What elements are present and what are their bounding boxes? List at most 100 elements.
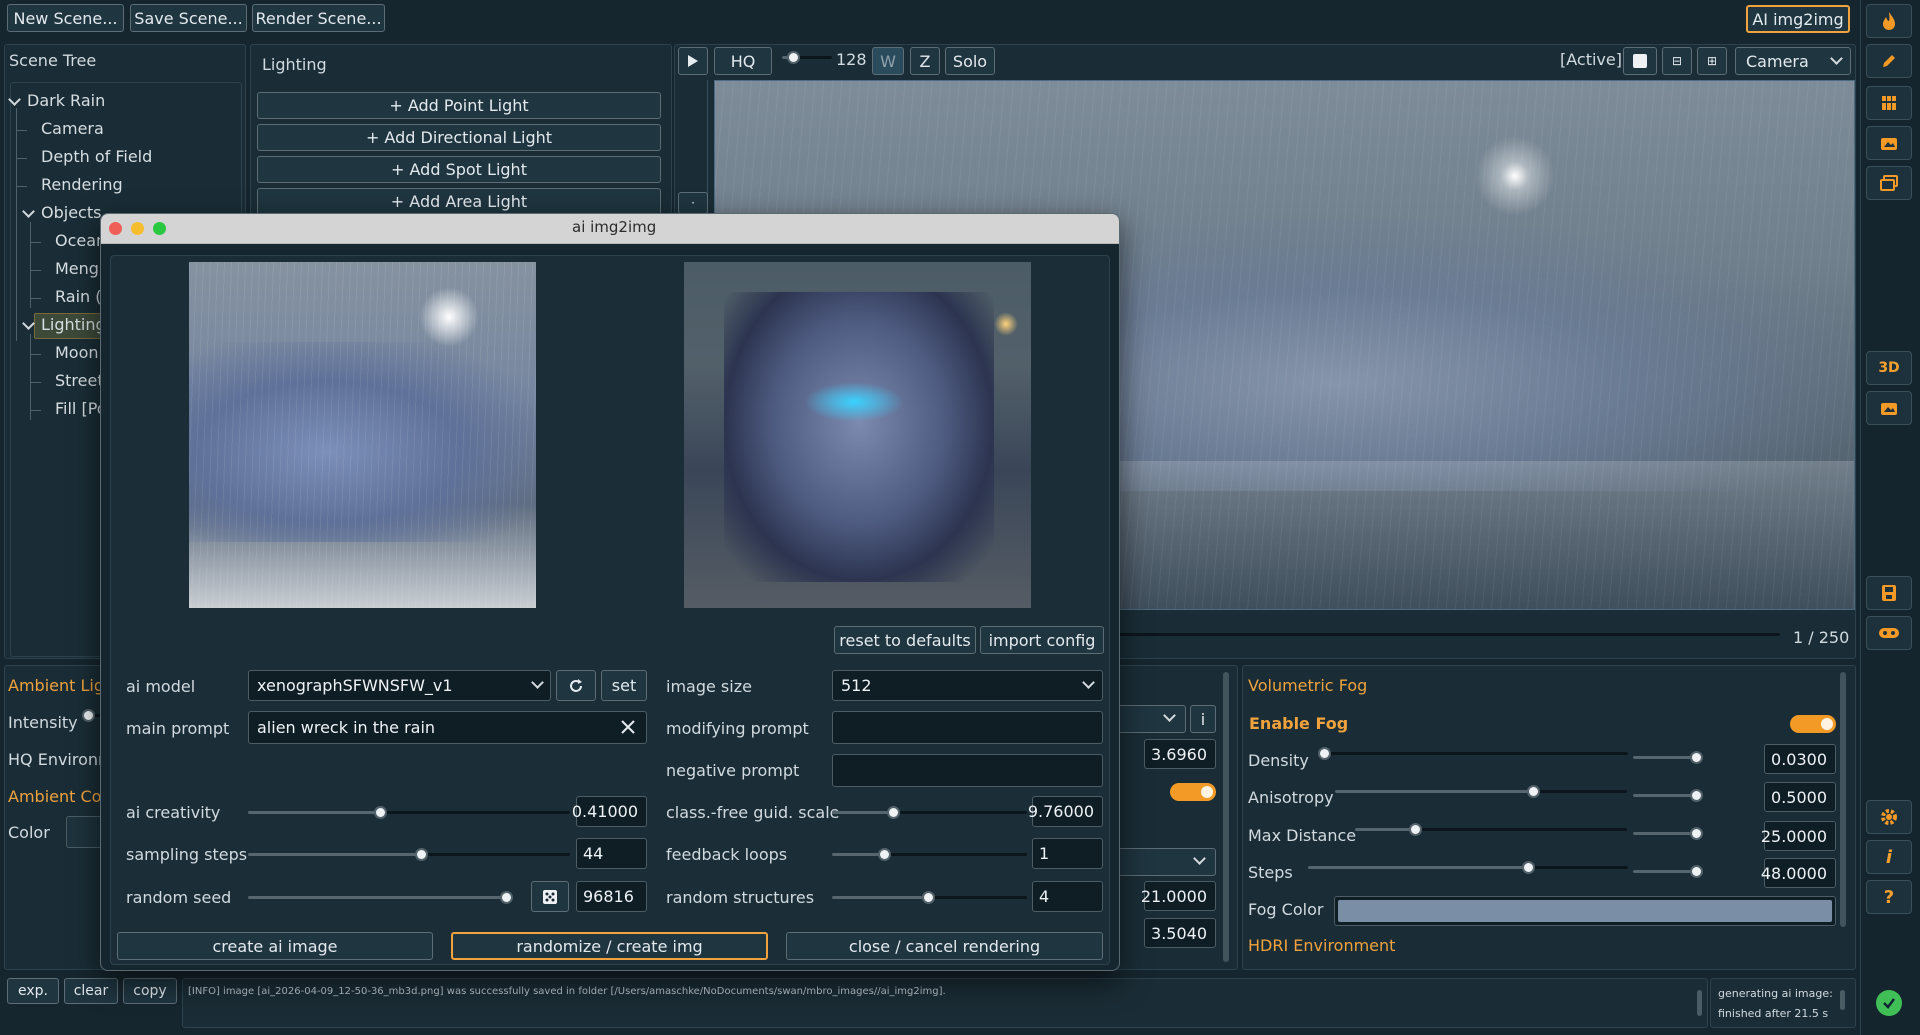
max-distance-slider[interactable] (1355, 823, 1627, 836)
tree-item-dark-rain[interactable]: Dark Rain (27, 91, 105, 110)
samples-slider[interactable] (782, 51, 832, 64)
gear-icon[interactable] (1866, 800, 1912, 834)
import-config-button[interactable]: import config (980, 626, 1104, 654)
add-spot-light-button[interactable]: + Add Spot Light (257, 156, 661, 183)
anisotropy-slider[interactable] (1335, 785, 1627, 798)
viewport-handle-button[interactable]: · (678, 192, 708, 214)
close-window-button[interactable] (109, 222, 122, 235)
z-button[interactable]: Z (910, 47, 940, 75)
middle-scrollbar[interactable] (1223, 672, 1229, 962)
fog-scrollbar[interactable] (1840, 672, 1846, 927)
main-prompt-input[interactable]: alien wreck in the rain (248, 711, 647, 744)
create-ai-image-button[interactable]: create ai image (117, 932, 433, 960)
tree-item-camera[interactable]: Camera (41, 119, 104, 138)
active-label: [Active] (1560, 50, 1622, 69)
reset-defaults-button[interactable]: reset to defaults (834, 626, 976, 654)
gamepad-icon[interactable] (1866, 616, 1912, 650)
randomize-seed-button[interactable] (531, 881, 569, 912)
max-distance-input[interactable]: 25.0000 (1761, 821, 1836, 851)
ai-img2img-button[interactable]: AI img2img (1746, 5, 1850, 33)
ai-creativity-slider[interactable] (248, 806, 570, 819)
clear-prompt-icon[interactable] (620, 719, 636, 735)
steps-range-slider[interactable] (1633, 865, 1703, 878)
tree-item-ocean[interactable]: Ocean (55, 231, 106, 250)
enable-fog-toggle[interactable] (1790, 715, 1836, 733)
solo-button[interactable]: Solo (945, 47, 995, 75)
info-icon[interactable]: i (1866, 840, 1912, 874)
image-folder-icon[interactable] (1866, 391, 1912, 425)
grid-icon[interactable] (1866, 86, 1912, 120)
randomize-create-button[interactable]: randomize / create img (451, 932, 768, 960)
anisotropy-range-slider[interactable] (1633, 789, 1703, 802)
modifying-prompt-label: modifying prompt (666, 719, 809, 738)
modifying-prompt-input[interactable] (832, 711, 1103, 744)
anisotropy-input[interactable]: 0.5000 (1764, 782, 1836, 812)
random-seed-slider[interactable] (248, 891, 513, 904)
feedback-loops-slider[interactable] (832, 848, 1027, 861)
add-area-light-button[interactable]: + Add Area Light (257, 188, 661, 215)
density-input[interactable]: 0.0300 (1764, 744, 1836, 774)
middle-value-3[interactable]: 3.5040 (1144, 918, 1216, 948)
3d-icon[interactable]: 3D (1866, 351, 1912, 385)
middle-toggle[interactable] (1170, 783, 1216, 801)
tree-item-objects[interactable]: Objects (41, 203, 101, 222)
cfg-scale-slider[interactable] (832, 806, 1027, 819)
refresh-model-button[interactable] (556, 670, 596, 701)
log-scrollbar[interactable] (1697, 990, 1702, 1016)
negative-prompt-input[interactable] (832, 754, 1103, 787)
add-point-light-button[interactable]: + Add Point Light (257, 92, 661, 119)
minimize-window-button[interactable] (131, 222, 144, 235)
w-button[interactable]: W (872, 47, 904, 75)
steps-slider[interactable] (1308, 861, 1628, 874)
save-scene-button[interactable]: Save Scene... (130, 4, 247, 32)
fog-color-swatch[interactable] (1334, 896, 1836, 926)
play-button[interactable] (678, 47, 708, 75)
tree-item-depth-of-field[interactable]: Depth of Field (41, 147, 152, 166)
tree-item-fill[interactable]: Fill [Po (55, 399, 107, 418)
folder-image-icon[interactable] (1866, 126, 1912, 160)
set-model-button[interactable]: set (601, 670, 647, 701)
sampling-steps-input[interactable]: 44 (576, 838, 647, 869)
copy-log-button[interactable]: copy (123, 978, 177, 1004)
steps-input[interactable]: 48.0000 (1761, 858, 1836, 888)
random-seed-input[interactable]: 96816 (576, 881, 647, 912)
ai-model-label: ai model (126, 677, 196, 696)
ai-model-select[interactable]: xenographSFWNSFW_v1 (248, 670, 551, 701)
hq-button[interactable]: HQ (714, 47, 772, 75)
flame-icon[interactable] (1866, 4, 1912, 38)
pencil-icon[interactable] (1866, 44, 1912, 78)
ai-creativity-input[interactable]: 0.41000 (572, 796, 647, 827)
close-cancel-button[interactable]: close / cancel rendering (786, 932, 1103, 960)
status-scrollbar[interactable] (1840, 990, 1845, 1010)
density-slider[interactable] (1318, 747, 1628, 760)
view-single-button[interactable] (1623, 47, 1657, 75)
new-scene-button[interactable]: New Scene... (7, 4, 124, 32)
view-split-button[interactable]: ⊟ (1662, 47, 1692, 75)
zoom-window-button[interactable] (153, 222, 166, 235)
image-size-select[interactable]: 512 (832, 670, 1103, 701)
max-distance-range-slider[interactable] (1633, 827, 1703, 840)
random-structures-input[interactable]: 4 (1032, 881, 1103, 912)
sampling-steps-slider[interactable] (248, 848, 570, 861)
save-icon[interactable] (1866, 576, 1912, 610)
middle-value-1[interactable]: 3.6960 (1144, 739, 1216, 769)
tree-item-rain[interactable]: Rain (I (55, 287, 106, 306)
density-range-slider[interactable] (1633, 751, 1703, 764)
cfg-scale-input[interactable]: 9.76000 (1028, 796, 1103, 827)
random-structures-slider[interactable] (832, 891, 1027, 904)
help-icon[interactable]: ? (1866, 880, 1912, 914)
tree-item-street[interactable]: Street (55, 371, 104, 390)
tree-item-rendering[interactable]: Rendering (41, 175, 123, 194)
middle-value-2[interactable]: 21.0000 (1141, 881, 1216, 911)
render-scene-button[interactable]: Render Scene... (252, 4, 385, 32)
tree-item-moon[interactable]: Moon (55, 343, 99, 362)
info-button[interactable]: i (1190, 705, 1216, 733)
middle-select[interactable] (1112, 705, 1186, 733)
view-quad-button[interactable]: ⊞ (1697, 47, 1727, 75)
layers-icon[interactable] (1866, 166, 1912, 200)
clear-log-button[interactable]: clear (64, 978, 118, 1004)
add-directional-light-button[interactable]: + Add Directional Light (257, 124, 661, 151)
feedback-loops-input[interactable]: 1 (1032, 838, 1103, 869)
tree-item-lighting[interactable]: Lighting (41, 315, 106, 334)
export-log-button[interactable]: exp. (7, 978, 59, 1004)
